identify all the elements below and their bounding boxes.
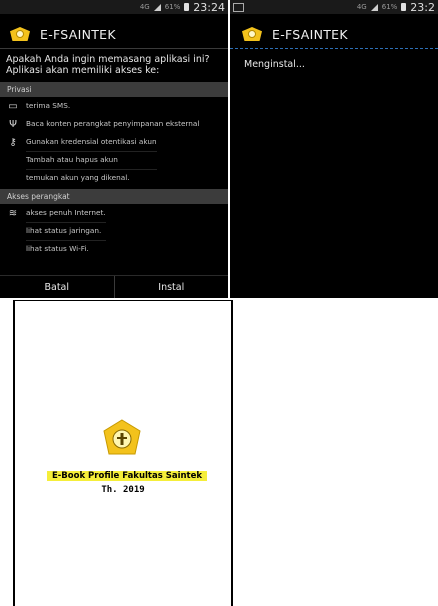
app-header: E-FSAINTEK bbox=[0, 20, 228, 49]
battery-percent: 61% bbox=[164, 3, 181, 11]
ebook-year: Th. 2019 bbox=[101, 485, 145, 495]
permission-text: terima SMS. bbox=[26, 101, 71, 110]
permission-text: Gunakan kredensial otentikasi akun bbox=[26, 137, 157, 152]
permission-group: ⚷ Gunakan kredensial otentikasi akun Tam… bbox=[0, 133, 228, 187]
network-indicator: 4G bbox=[356, 3, 367, 11]
app-logo-icon bbox=[242, 27, 262, 41]
install-button[interactable]: Instal bbox=[113, 276, 229, 298]
permission-text: Baca konten perangkat penyimpanan ekster… bbox=[26, 119, 200, 128]
wifi-icon: ≋ bbox=[8, 208, 18, 219]
section-header-device-access: Akses perangkat bbox=[0, 189, 228, 204]
app-logo-icon bbox=[10, 27, 30, 41]
section-header-privacy: Privasi bbox=[0, 82, 228, 97]
key-icon: ⚷ bbox=[9, 137, 17, 148]
app-title: E-FSAINTEK bbox=[40, 26, 116, 42]
status-bar: 4G 61% 23:2 bbox=[230, 0, 438, 14]
ebook-title: E-Book Profile Fakultas Saintek bbox=[47, 471, 207, 481]
battery-icon bbox=[184, 3, 190, 11]
signal-icon bbox=[370, 3, 378, 11]
permission-text: Tambah atau hapus akun bbox=[26, 155, 157, 170]
signal-icon bbox=[153, 3, 161, 11]
permission-text: lihat status jaringan. bbox=[26, 226, 106, 241]
network-indicator: 4G bbox=[139, 3, 150, 11]
status-bar: 4G 61% 23:24 bbox=[0, 0, 228, 14]
sms-icon: ▭ bbox=[8, 101, 18, 112]
status-time: 23:24 bbox=[193, 0, 225, 14]
permission-group: ▭ terima SMS. bbox=[0, 97, 228, 115]
university-seal-icon bbox=[103, 419, 141, 455]
battery-percent: 61% bbox=[381, 3, 398, 11]
installing-screen: 4G 61% 23:2 E-FSAINTEK Menginstal... bbox=[230, 0, 438, 298]
installing-status: Menginstal... bbox=[244, 59, 305, 70]
action-bar: Batal Instal bbox=[0, 275, 228, 298]
permission-text: temukan akun yang dikenal. bbox=[26, 173, 130, 182]
install-prompt: Apakah Anda ingin memasang aplikasi ini?… bbox=[6, 54, 210, 76]
app-title: E-FSAINTEK bbox=[272, 26, 348, 42]
app-header: E-FSAINTEK bbox=[230, 20, 438, 49]
cancel-button[interactable]: Batal bbox=[0, 276, 114, 298]
ebook-cover: E-Book Profile Fakultas Saintek Th. 2019 bbox=[13, 300, 233, 606]
permission-text: akses penuh Internet. bbox=[26, 208, 106, 223]
battery-icon bbox=[401, 3, 407, 11]
permission-group: ≋ akses penuh Internet. lihat status jar… bbox=[0, 204, 228, 258]
permission-group: Ψ Baca konten perangkat penyimpanan ekst… bbox=[0, 115, 228, 133]
status-time: 23:2 bbox=[410, 0, 435, 14]
notification-icon bbox=[233, 2, 244, 12]
usb-icon: Ψ bbox=[9, 119, 17, 130]
permission-text: lihat status Wi-Fi. bbox=[26, 244, 89, 253]
install-permissions-screen: 4G 61% 23:24 E-FSAINTEK Apakah Anda ingi… bbox=[0, 0, 228, 298]
